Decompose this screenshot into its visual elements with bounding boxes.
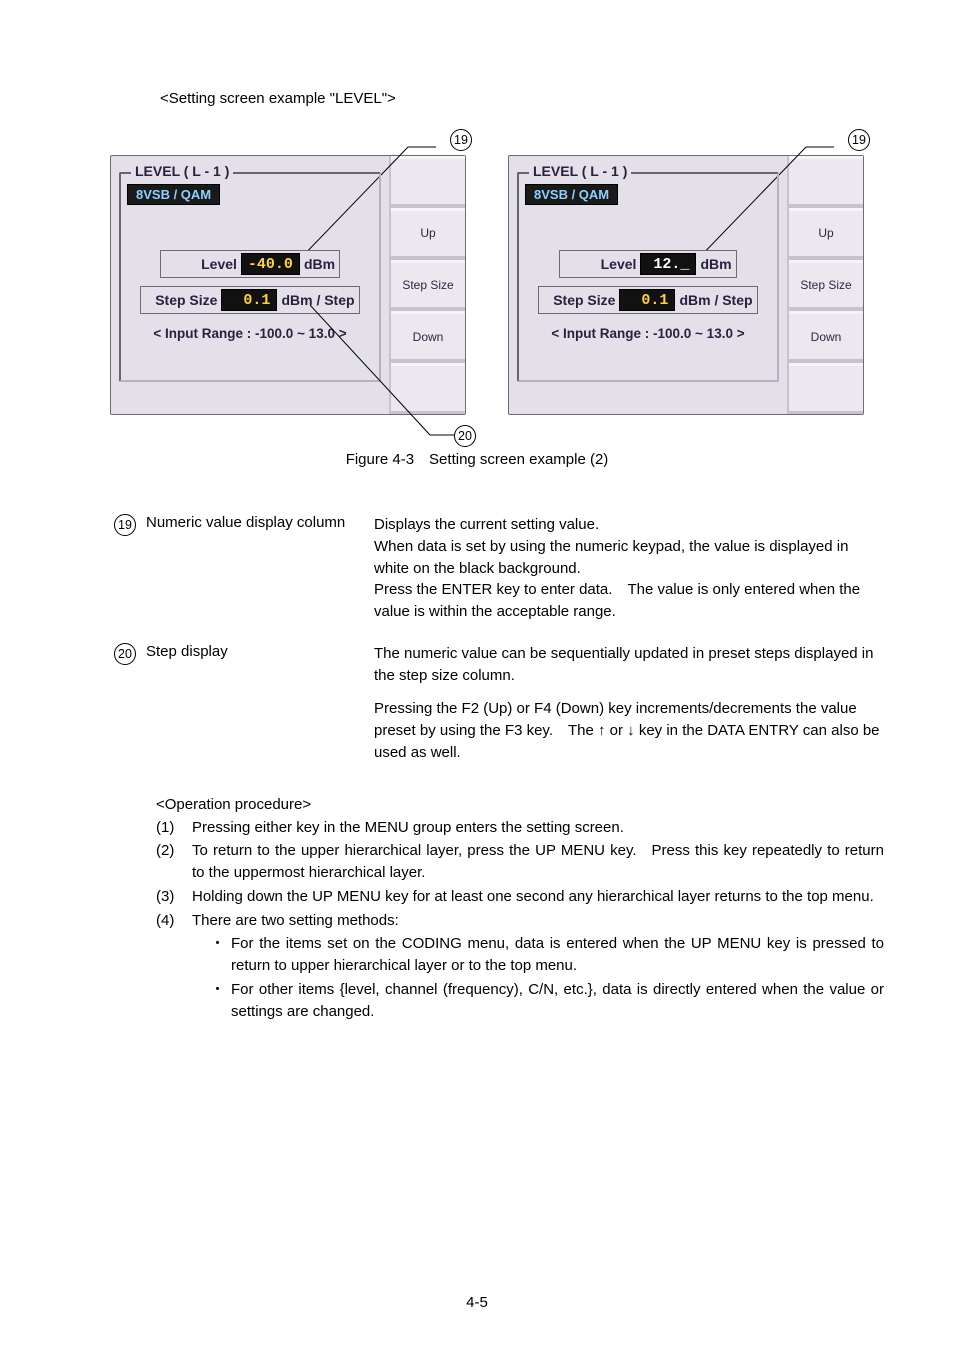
softkey-step-size[interactable]: Step Size (391, 260, 465, 312)
step-unit-r: dBm / Step (679, 292, 752, 308)
op-2-num: (2) (156, 840, 182, 884)
def-19-body: Displays the current setting value. When… (374, 514, 884, 623)
op-2-text: To return to the upper hierarchical laye… (192, 840, 884, 884)
def-20-line2: Pressing the F2 (Up) or F4 (Down) key in… (374, 698, 884, 763)
definition-list: 19 Numeric value display column Displays… (114, 514, 884, 776)
def-19-line3: Press the ENTER key to enter data. The v… (374, 579, 884, 623)
bullet-icon: ・ (210, 933, 225, 977)
bullet-icon: ・ (210, 979, 225, 1023)
callout-19-right: 19 (848, 129, 870, 151)
step-row: Step Size 0.1 dBm / Step (140, 286, 359, 314)
input-range-r: < Input Range : -100.0 ~ 13.0 > (525, 326, 771, 341)
mode-chip-r: 8VSB / QAM (525, 184, 618, 205)
op-4-head: There are two setting methods: (192, 910, 884, 932)
op-1-text: Pressing either key in the MENU group en… (192, 817, 884, 839)
step-value-box-r[interactable]: 0.1 (619, 289, 675, 311)
level-value-box[interactable]: -40.0 (241, 253, 300, 275)
softkey-blank-2-r[interactable] (789, 363, 863, 414)
level-value-r: 12._ (653, 256, 689, 273)
def-20: 20 Step display The numeric value can be… (114, 643, 884, 776)
callout-20-number: 20 (454, 425, 476, 447)
softkey-blank-1[interactable] (391, 156, 465, 208)
group-title: LEVEL ( L - 1 ) (131, 163, 233, 179)
group-title-r: LEVEL ( L - 1 ) (529, 163, 631, 179)
softkey-column: Up Step Size Down (389, 156, 465, 414)
op-3-num: (3) (156, 886, 182, 908)
right-panel: LEVEL ( L - 1 ) 8VSB / QAM Level 12._ dB… (508, 155, 864, 415)
op-item-1: (1) Pressing either key in the MENU grou… (156, 817, 884, 839)
right-panel-wrap: 19 LEVEL ( L - 1 ) 8VSB / QAM Level 12._ (508, 155, 864, 415)
section-heading: <Setting screen example "LEVEL"> (160, 90, 884, 107)
operation-list: (1) Pressing either key in the MENU grou… (156, 817, 884, 1023)
step-value-box[interactable]: 0.1 (221, 289, 277, 311)
def-20-line1: The numeric value can be sequentially up… (374, 643, 884, 687)
softkey-up-r[interactable]: Up (789, 208, 863, 260)
op-item-2: (2) To return to the upper hierarchical … (156, 840, 884, 884)
level-unit-r: dBm (700, 256, 731, 272)
op-4-sub1-text: For the items set on the CODING menu, da… (231, 933, 884, 977)
def-19-line1: Displays the current setting value. (374, 514, 884, 536)
def-19-number: 19 (114, 514, 136, 536)
def-20-term: Step display (146, 643, 364, 776)
step-unit: dBm / Step (281, 292, 354, 308)
softkey-down[interactable]: Down (391, 311, 465, 363)
left-panel-wrap: 19 LEVEL ( L - 1 ) 8VSB / QAM Level -40.… (110, 155, 466, 415)
def-19: 19 Numeric value display column Displays… (114, 514, 884, 623)
op-4-sub2-text: For other items {level, channel (frequen… (231, 979, 884, 1023)
softkey-blank-1-r[interactable] (789, 156, 863, 208)
level-row: Level -40.0 dBm (160, 250, 340, 278)
level-value: -40.0 (248, 256, 293, 273)
op-4-text: There are two setting methods: ・ For the… (192, 910, 884, 1023)
op-3-text: Holding down the UP MENU key for at leas… (192, 886, 884, 908)
callout-19-number: 19 (450, 129, 472, 151)
step-row-r: Step Size 0.1 dBm / Step (538, 286, 757, 314)
op-4-sub1: ・ For the items set on the CODING menu, … (210, 933, 884, 977)
figure-caption: Figure 4-3 Setting screen example (2) (70, 451, 884, 468)
softkey-down-r[interactable]: Down (789, 311, 863, 363)
def-19-line2: When data is set by using the numeric ke… (374, 536, 884, 580)
def-20-number: 20 (114, 643, 136, 665)
op-4-num: (4) (156, 910, 182, 1023)
callout-20-left: 20 (454, 425, 476, 447)
step-label: Step Size (145, 292, 217, 308)
mode-chip: 8VSB / QAM (127, 184, 220, 205)
level-row-r: Level 12._ dBm (559, 250, 736, 278)
def-19-term: Numeric value display column (146, 514, 364, 623)
step-value: 0.1 (243, 292, 270, 309)
step-label-r: Step Size (543, 292, 615, 308)
level-groupbox: LEVEL ( L - 1 ) 8VSB / QAM Level -40.0 d… (119, 172, 381, 382)
op-4-sub2: ・ For other items {level, channel (frequ… (210, 979, 884, 1023)
def-20-body: The numeric value can be sequentially up… (374, 643, 884, 776)
level-unit: dBm (304, 256, 335, 272)
screenshot-row: 19 LEVEL ( L - 1 ) 8VSB / QAM Level -40.… (110, 155, 884, 415)
callout-19-number-r: 19 (848, 129, 870, 151)
level-label: Level (165, 256, 237, 272)
op-1-num: (1) (156, 817, 182, 839)
callout-19-left: 19 (450, 129, 472, 151)
page-number: 4-5 (0, 1294, 954, 1311)
step-value-r: 0.1 (641, 292, 668, 309)
level-value-box-r[interactable]: 12._ (640, 253, 696, 275)
level-groupbox-r: LEVEL ( L - 1 ) 8VSB / QAM Level 12._ dB… (517, 172, 779, 382)
softkey-blank-2[interactable] (391, 363, 465, 414)
input-range: < Input Range : -100.0 ~ 13.0 > (127, 326, 373, 341)
softkey-column-r: Up Step Size Down (787, 156, 863, 414)
operation-heading: <Operation procedure> (156, 796, 884, 813)
softkey-up[interactable]: Up (391, 208, 465, 260)
op-item-4: (4) There are two setting methods: ・ For… (156, 910, 884, 1023)
op-item-3: (3) Holding down the UP MENU key for at … (156, 886, 884, 908)
left-panel: LEVEL ( L - 1 ) 8VSB / QAM Level -40.0 d… (110, 155, 466, 415)
softkey-step-size-r[interactable]: Step Size (789, 260, 863, 312)
level-label-r: Level (564, 256, 636, 272)
